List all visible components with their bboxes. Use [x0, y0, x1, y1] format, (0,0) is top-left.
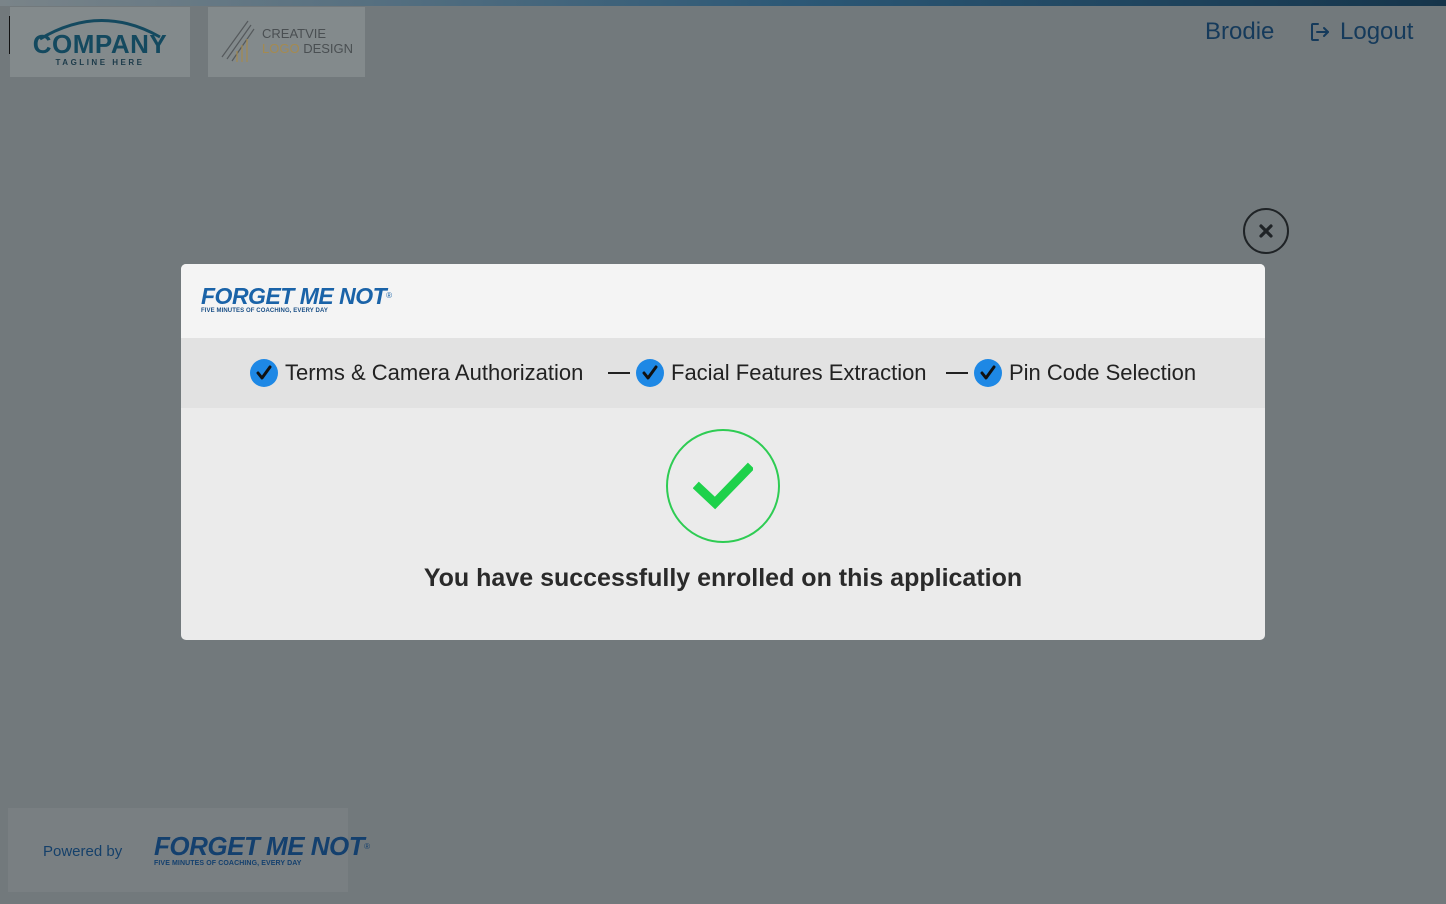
step-pin-code: Pin Code Selection [974, 359, 1196, 387]
powered-by-label: Powered by [43, 843, 123, 860]
company-logo-name: COMPANY [32, 29, 168, 59]
text-cursor [9, 16, 10, 54]
creative-logo-line2-rest: DESIGN [299, 41, 354, 56]
step-label: Pin Code Selection [1009, 360, 1197, 385]
step-facial-extraction: Facial Features Extraction [636, 359, 927, 387]
step-complete-check-icon [250, 359, 278, 387]
logout-button[interactable]: Logout [1309, 18, 1413, 46]
enrollment-modal: FORGET ME NOT® FIVE MINUTES OF COACHING,… [181, 264, 1265, 640]
success-indicator [666, 429, 780, 543]
logout-icon [1311, 23, 1329, 41]
modal-header: FORGET ME NOT® FIVE MINUTES OF COACHING,… [181, 264, 1265, 338]
step-separator [946, 372, 968, 374]
step-separator [608, 372, 630, 374]
forget-me-not-logo: FORGET ME NOT® FIVE MINUTES OF COACHING,… [201, 284, 392, 314]
step-terms-camera: Terms & Camera Authorization [250, 359, 583, 387]
creative-logo-line2: LOGO DESIGN [262, 41, 353, 56]
creative-logo-line1: CREATVIE [262, 26, 327, 41]
company-logo: COMPANY TAGLINE HERE [10, 7, 190, 77]
step-complete-check-icon [636, 359, 664, 387]
top-accent-bar [0, 0, 1446, 6]
logout-label: Logout [1340, 18, 1414, 45]
footer-logo-name: FORGET ME NOT® [154, 831, 370, 861]
forget-me-not-logo-name: FORGET ME NOT® [201, 283, 392, 309]
creative-logo-line2-accent: LOGO [262, 41, 300, 56]
creative-logo: CREATVIE LOGO DESIGN [208, 7, 365, 77]
checkmark-icon [693, 462, 753, 510]
enrollment-steps: Terms & Camera Authorization Facial Feat… [181, 338, 1265, 408]
step-label: Terms & Camera Authorization [285, 360, 584, 385]
footer-forget-me-not-logo: FORGET ME NOT® FIVE MINUTES OF COACHING,… [154, 831, 370, 868]
step-label: Facial Features Extraction [671, 360, 927, 385]
step-complete-check-icon [974, 359, 1002, 387]
user-name-link[interactable]: Brodie [1205, 18, 1274, 46]
company-logo-tagline: TAGLINE HERE [55, 58, 145, 67]
creative-logo-mark [221, 20, 255, 62]
close-icon [1259, 224, 1273, 238]
close-modal-button[interactable] [1243, 208, 1289, 254]
powered-by-footer: Powered by FORGET ME NOT® FIVE MINUTES O… [8, 808, 370, 892]
success-message: You have successfully enrolled on this a… [423, 564, 1023, 592]
footer-logo-tagline: FIVE MINUTES OF COACHING, EVERY DAY [154, 860, 302, 867]
